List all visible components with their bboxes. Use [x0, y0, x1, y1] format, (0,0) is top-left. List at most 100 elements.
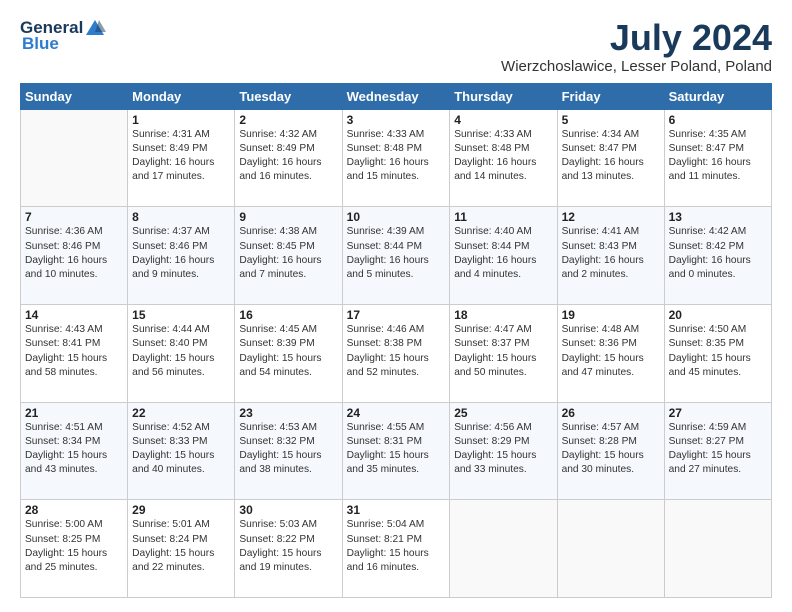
day-number: 24 — [347, 406, 446, 420]
calendar-cell: 31Sunrise: 5:04 AM Sunset: 8:21 PM Dayli… — [342, 500, 450, 598]
calendar-cell: 29Sunrise: 5:01 AM Sunset: 8:24 PM Dayli… — [128, 500, 235, 598]
calendar-cell: 27Sunrise: 4:59 AM Sunset: 8:27 PM Dayli… — [664, 402, 771, 500]
calendar-cell: 1Sunrise: 4:31 AM Sunset: 8:49 PM Daylig… — [128, 109, 235, 207]
day-info: Sunrise: 4:46 AM Sunset: 8:38 PM Dayligh… — [347, 323, 446, 380]
calendar-cell: 24Sunrise: 4:55 AM Sunset: 8:31 PM Dayli… — [342, 402, 450, 500]
calendar-cell — [450, 500, 557, 598]
day-number: 5 — [562, 113, 660, 127]
day-number: 31 — [347, 503, 446, 517]
calendar-cell: 12Sunrise: 4:41 AM Sunset: 8:43 PM Dayli… — [557, 207, 664, 305]
day-info: Sunrise: 5:03 AM Sunset: 8:22 PM Dayligh… — [239, 518, 337, 575]
calendar-cell: 9Sunrise: 4:38 AM Sunset: 8:45 PM Daylig… — [235, 207, 342, 305]
calendar-cell: 22Sunrise: 4:52 AM Sunset: 8:33 PM Dayli… — [128, 402, 235, 500]
week-row-1: 1Sunrise: 4:31 AM Sunset: 8:49 PM Daylig… — [21, 109, 772, 207]
calendar-cell: 18Sunrise: 4:47 AM Sunset: 8:37 PM Dayli… — [450, 304, 557, 402]
calendar-cell: 13Sunrise: 4:42 AM Sunset: 8:42 PM Dayli… — [664, 207, 771, 305]
calendar-cell: 11Sunrise: 4:40 AM Sunset: 8:44 PM Dayli… — [450, 207, 557, 305]
calendar-cell: 28Sunrise: 5:00 AM Sunset: 8:25 PM Dayli… — [21, 500, 128, 598]
weekday-header-monday: Monday — [128, 83, 235, 109]
day-info: Sunrise: 4:45 AM Sunset: 8:39 PM Dayligh… — [239, 323, 337, 380]
day-info: Sunrise: 4:51 AM Sunset: 8:34 PM Dayligh… — [25, 421, 123, 478]
calendar-cell: 16Sunrise: 4:45 AM Sunset: 8:39 PM Dayli… — [235, 304, 342, 402]
day-info: Sunrise: 4:42 AM Sunset: 8:42 PM Dayligh… — [669, 225, 767, 282]
day-number: 19 — [562, 308, 660, 322]
calendar-cell: 14Sunrise: 4:43 AM Sunset: 8:41 PM Dayli… — [21, 304, 128, 402]
day-info: Sunrise: 4:36 AM Sunset: 8:46 PM Dayligh… — [25, 225, 123, 282]
calendar-cell: 2Sunrise: 4:32 AM Sunset: 8:49 PM Daylig… — [235, 109, 342, 207]
day-number: 17 — [347, 308, 446, 322]
day-number: 16 — [239, 308, 337, 322]
day-info: Sunrise: 4:43 AM Sunset: 8:41 PM Dayligh… — [25, 323, 123, 380]
week-row-5: 28Sunrise: 5:00 AM Sunset: 8:25 PM Dayli… — [21, 500, 772, 598]
day-number: 11 — [454, 210, 552, 224]
day-info: Sunrise: 4:38 AM Sunset: 8:45 PM Dayligh… — [239, 225, 337, 282]
logo-blue: Blue — [22, 34, 59, 53]
day-info: Sunrise: 4:40 AM Sunset: 8:44 PM Dayligh… — [454, 225, 552, 282]
weekday-header-wednesday: Wednesday — [342, 83, 450, 109]
day-info: Sunrise: 5:01 AM Sunset: 8:24 PM Dayligh… — [132, 518, 230, 575]
calendar-cell: 7Sunrise: 4:36 AM Sunset: 8:46 PM Daylig… — [21, 207, 128, 305]
day-number: 2 — [239, 113, 337, 127]
day-info: Sunrise: 4:57 AM Sunset: 8:28 PM Dayligh… — [562, 421, 660, 478]
logo-icon — [84, 18, 106, 38]
weekday-header-row: SundayMondayTuesdayWednesdayThursdayFrid… — [21, 83, 772, 109]
calendar-cell: 6Sunrise: 4:35 AM Sunset: 8:47 PM Daylig… — [664, 109, 771, 207]
day-info: Sunrise: 4:33 AM Sunset: 8:48 PM Dayligh… — [454, 128, 552, 185]
header: General Blue July 2024 Wierzchoslawice, … — [20, 18, 772, 75]
logo: General Blue — [20, 18, 107, 54]
day-info: Sunrise: 4:48 AM Sunset: 8:36 PM Dayligh… — [562, 323, 660, 380]
day-number: 10 — [347, 210, 446, 224]
day-info: Sunrise: 4:32 AM Sunset: 8:49 PM Dayligh… — [239, 128, 337, 185]
calendar-cell: 25Sunrise: 4:56 AM Sunset: 8:29 PM Dayli… — [450, 402, 557, 500]
day-info: Sunrise: 5:04 AM Sunset: 8:21 PM Dayligh… — [347, 518, 446, 575]
day-info: Sunrise: 4:55 AM Sunset: 8:31 PM Dayligh… — [347, 421, 446, 478]
day-number: 14 — [25, 308, 123, 322]
weekday-header-saturday: Saturday — [664, 83, 771, 109]
calendar-cell: 15Sunrise: 4:44 AM Sunset: 8:40 PM Dayli… — [128, 304, 235, 402]
day-number: 6 — [669, 113, 767, 127]
day-info: Sunrise: 4:34 AM Sunset: 8:47 PM Dayligh… — [562, 128, 660, 185]
day-info: Sunrise: 5:00 AM Sunset: 8:25 PM Dayligh… — [25, 518, 123, 575]
day-info: Sunrise: 4:59 AM Sunset: 8:27 PM Dayligh… — [669, 421, 767, 478]
day-info: Sunrise: 4:44 AM Sunset: 8:40 PM Dayligh… — [132, 323, 230, 380]
calendar-cell: 3Sunrise: 4:33 AM Sunset: 8:48 PM Daylig… — [342, 109, 450, 207]
calendar-cell: 5Sunrise: 4:34 AM Sunset: 8:47 PM Daylig… — [557, 109, 664, 207]
day-number: 18 — [454, 308, 552, 322]
day-number: 12 — [562, 210, 660, 224]
day-info: Sunrise: 4:56 AM Sunset: 8:29 PM Dayligh… — [454, 421, 552, 478]
day-info: Sunrise: 4:31 AM Sunset: 8:49 PM Dayligh… — [132, 128, 230, 185]
day-number: 1 — [132, 113, 230, 127]
week-row-4: 21Sunrise: 4:51 AM Sunset: 8:34 PM Dayli… — [21, 402, 772, 500]
weekday-header-tuesday: Tuesday — [235, 83, 342, 109]
day-info: Sunrise: 4:37 AM Sunset: 8:46 PM Dayligh… — [132, 225, 230, 282]
day-number: 29 — [132, 503, 230, 517]
day-number: 15 — [132, 308, 230, 322]
month-title: July 2024 — [501, 18, 772, 58]
day-number: 28 — [25, 503, 123, 517]
day-number: 25 — [454, 406, 552, 420]
week-row-2: 7Sunrise: 4:36 AM Sunset: 8:46 PM Daylig… — [21, 207, 772, 305]
day-info: Sunrise: 4:50 AM Sunset: 8:35 PM Dayligh… — [669, 323, 767, 380]
title-block: July 2024 Wierzchoslawice, Lesser Poland… — [501, 18, 772, 75]
day-number: 23 — [239, 406, 337, 420]
weekday-header-sunday: Sunday — [21, 83, 128, 109]
day-info: Sunrise: 4:52 AM Sunset: 8:33 PM Dayligh… — [132, 421, 230, 478]
calendar-cell — [664, 500, 771, 598]
day-number: 27 — [669, 406, 767, 420]
weekday-header-friday: Friday — [557, 83, 664, 109]
calendar-cell — [557, 500, 664, 598]
calendar-cell: 10Sunrise: 4:39 AM Sunset: 8:44 PM Dayli… — [342, 207, 450, 305]
calendar-cell: 8Sunrise: 4:37 AM Sunset: 8:46 PM Daylig… — [128, 207, 235, 305]
day-info: Sunrise: 4:41 AM Sunset: 8:43 PM Dayligh… — [562, 225, 660, 282]
day-info: Sunrise: 4:47 AM Sunset: 8:37 PM Dayligh… — [454, 323, 552, 380]
calendar-page: General Blue July 2024 Wierzchoslawice, … — [0, 0, 792, 612]
day-number: 4 — [454, 113, 552, 127]
day-info: Sunrise: 4:53 AM Sunset: 8:32 PM Dayligh… — [239, 421, 337, 478]
location: Wierzchoslawice, Lesser Poland, Poland — [501, 58, 772, 75]
day-number: 8 — [132, 210, 230, 224]
day-number: 26 — [562, 406, 660, 420]
day-number: 20 — [669, 308, 767, 322]
calendar-cell — [21, 109, 128, 207]
calendar-cell: 4Sunrise: 4:33 AM Sunset: 8:48 PM Daylig… — [450, 109, 557, 207]
week-row-3: 14Sunrise: 4:43 AM Sunset: 8:41 PM Dayli… — [21, 304, 772, 402]
